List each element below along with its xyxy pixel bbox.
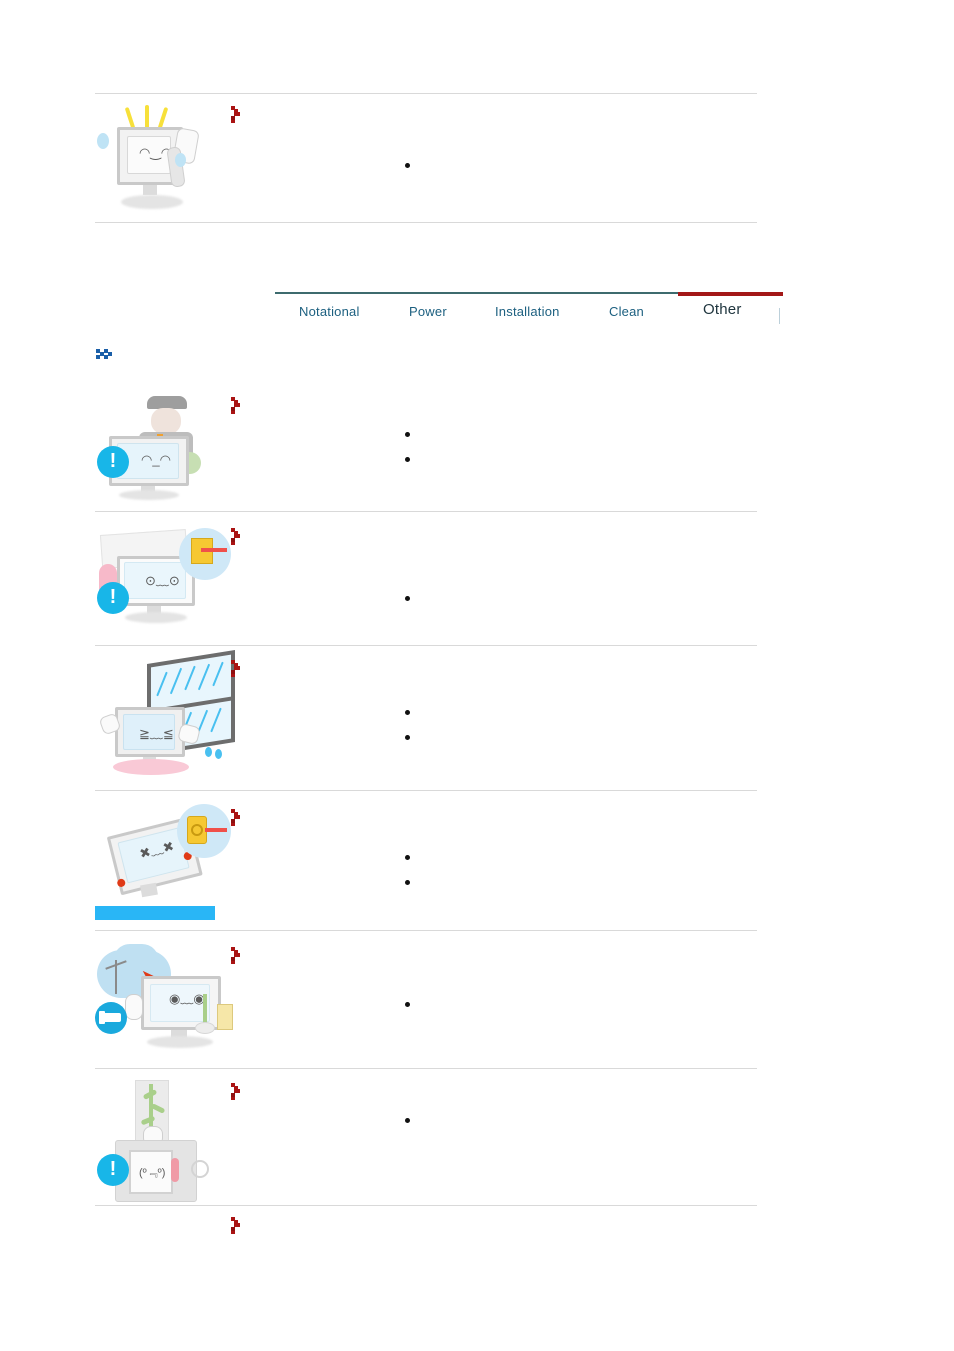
divider-2 xyxy=(95,645,757,646)
red-chevron-icon xyxy=(230,527,242,545)
tab-power[interactable]: Power xyxy=(409,304,447,319)
red-chevron-icon xyxy=(230,1216,242,1234)
exclamation-badge-icon: ! xyxy=(97,1154,129,1186)
content-row-item-3: ≧﹏≦ xyxy=(95,650,757,785)
illustration-monitor-warning-bubble: ⊙﹏⊙ ! xyxy=(95,526,231,631)
list-item xyxy=(405,163,410,168)
divider-3 xyxy=(95,790,757,791)
content-row-item-2: ⊙﹏⊙ ! xyxy=(95,526,757,634)
list-item xyxy=(405,457,410,462)
body-column xyxy=(230,392,750,462)
divider-top xyxy=(95,93,757,94)
tab-clean[interactable]: Clean xyxy=(609,304,644,319)
body-column xyxy=(230,800,750,885)
content-row-item-6: (º﹃º) ! xyxy=(95,1078,757,1202)
body-column xyxy=(230,655,750,740)
illustration-technician-servicing-monitor: ◠_◠ ! xyxy=(95,392,225,500)
tab-notational[interactable]: Notational xyxy=(299,304,360,319)
red-chevron-icon xyxy=(230,946,242,964)
illustration-tilting-monitor: ✖﹏✖ xyxy=(95,800,235,922)
tab-other[interactable]: Other xyxy=(703,301,742,318)
list-item xyxy=(405,735,410,740)
body-column xyxy=(230,1212,750,1232)
list-item xyxy=(405,1002,410,1007)
marker-line xyxy=(230,105,750,125)
tab-top-border xyxy=(275,292,700,294)
content-row-item-4: ✖﹏✖ xyxy=(95,800,757,925)
illustration-monitor-near-rainy-window: ≧﹏≦ xyxy=(95,650,235,783)
illustration-monitor-box-with-plant: (º﹃º) ! xyxy=(95,1078,225,1202)
body-column xyxy=(230,1078,750,1123)
content-row-item-5: ➤ ◉﹏◉ xyxy=(95,942,757,1062)
bullet-list xyxy=(405,163,410,188)
unplug-badge-icon xyxy=(95,1002,127,1034)
list-item xyxy=(405,855,410,860)
divider-6 xyxy=(95,1205,757,1206)
list-item xyxy=(405,710,410,715)
bullet-list xyxy=(405,596,410,621)
manual-page: ◠‿◠ Notational Power Installation Clean … xyxy=(0,0,954,1351)
list-item xyxy=(405,432,410,437)
divider-after-clean xyxy=(95,222,757,223)
bullet-list xyxy=(405,1118,410,1143)
tab-installation[interactable]: Installation xyxy=(495,304,560,319)
red-chevron-icon xyxy=(230,396,242,414)
exclamation-badge-icon: ! xyxy=(97,582,129,614)
list-item xyxy=(405,596,410,601)
divider-4 xyxy=(95,930,757,931)
section-heading-chevron-icon xyxy=(96,347,122,361)
content-row-clean-last: ◠‿◠ xyxy=(95,105,757,215)
bullet-list xyxy=(405,1002,410,1027)
body-column xyxy=(230,942,750,1007)
bullet-list xyxy=(405,432,410,482)
body-column xyxy=(230,105,750,168)
illustration-monitor-cleaning: ◠‿◠ xyxy=(95,105,225,213)
content-row-item-1: ◠_◠ ! xyxy=(95,392,757,502)
content-row-item-7 xyxy=(95,1212,757,1272)
bullet-list xyxy=(405,855,410,905)
red-chevron-icon xyxy=(230,105,242,123)
illustration-thunderstorm-unplug: ➤ ◉﹏◉ xyxy=(95,942,235,1060)
body-column xyxy=(230,526,750,601)
active-tab-underline xyxy=(678,292,783,296)
exclamation-badge-icon: ! xyxy=(97,446,129,478)
blue-floor-bar xyxy=(95,906,215,920)
tab-divider xyxy=(779,308,780,324)
red-chevron-icon xyxy=(230,659,242,677)
list-item xyxy=(405,880,410,885)
list-item xyxy=(405,1118,410,1123)
divider-5 xyxy=(95,1068,757,1069)
red-chevron-icon xyxy=(230,808,242,826)
bullet-list xyxy=(405,710,410,760)
red-chevron-icon xyxy=(230,1082,242,1100)
divider-1 xyxy=(95,511,757,512)
